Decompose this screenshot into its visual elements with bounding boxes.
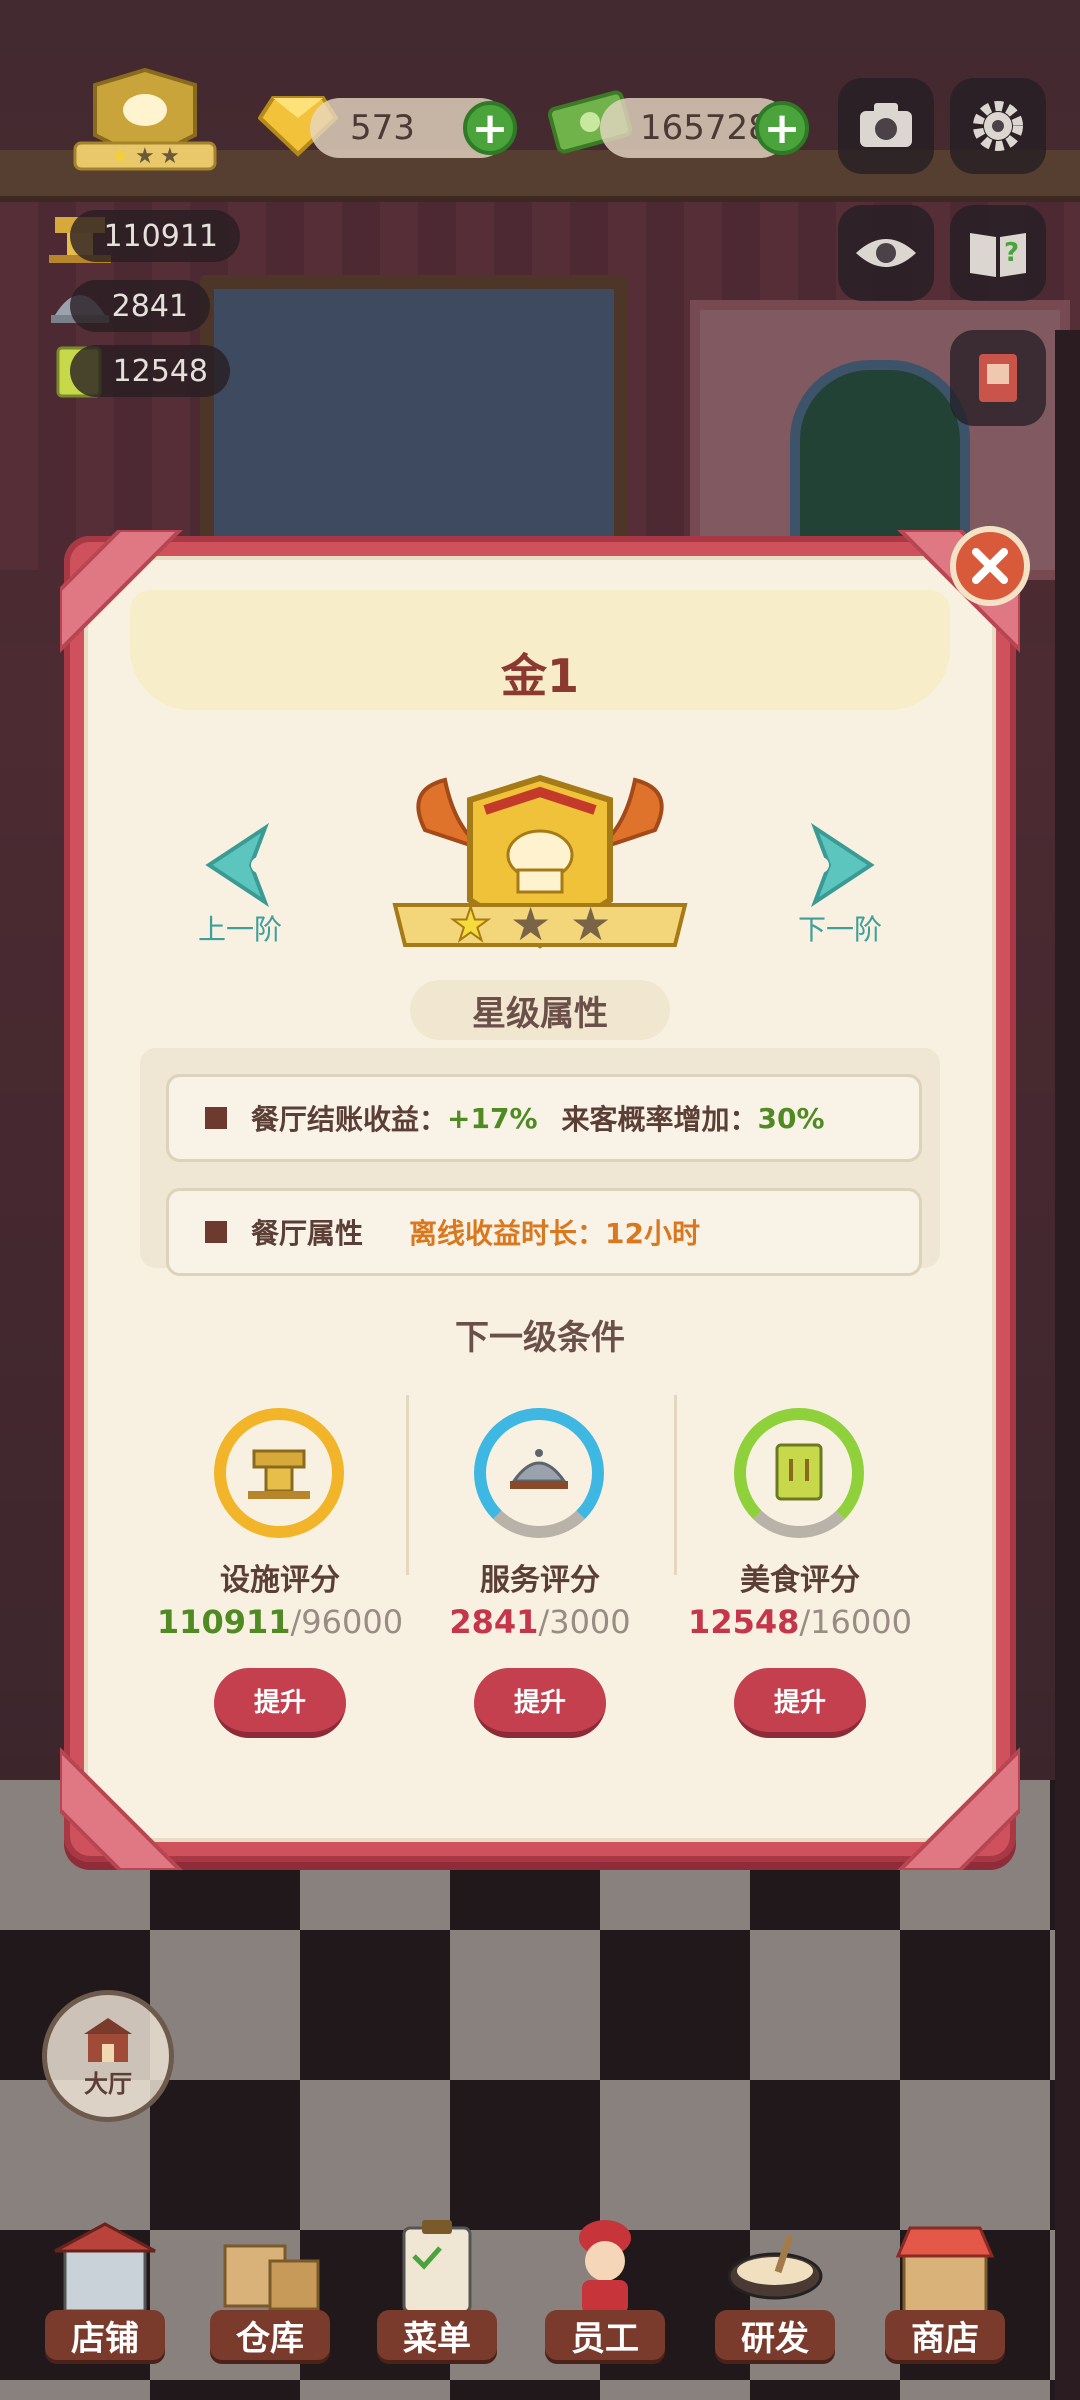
next-tier-label[interactable]: 下一阶 [770, 908, 910, 948]
svg-text:★: ★ [110, 144, 130, 169]
facility-current: 110911 [156, 1603, 291, 1641]
help-book-icon: ? [970, 233, 1026, 277]
camera-button[interactable] [838, 78, 934, 174]
svg-text:★: ★ [160, 144, 180, 169]
bullet-icon [205, 1107, 227, 1129]
food-score-pill: 12548 [70, 345, 230, 397]
attribute-row-1: 餐厅结账收益： +17% 来客概率增加： 30% [166, 1074, 922, 1162]
service-target: /3000 [538, 1603, 631, 1641]
facility-score-pill: 110911 [70, 210, 240, 262]
corner-ribbon-icon [60, 530, 183, 653]
food-score-value: 12548 [112, 353, 208, 389]
hall-label: 大厅 [84, 2069, 132, 2098]
service-current: 2841 [449, 1603, 539, 1641]
upgrade-food-button[interactable]: 提升 [734, 1668, 866, 1738]
nav-staff[interactable]: 员工 [530, 2200, 680, 2360]
crate-icon [223, 2244, 320, 2311]
food-score-progress: 12548/16000 [670, 1603, 930, 1641]
cash-count: 165728 [640, 108, 770, 148]
add-cash-button[interactable]: + [755, 101, 809, 155]
column-divider [406, 1395, 409, 1575]
nav-label: 研发 [715, 2310, 835, 2360]
svg-text:★: ★ [450, 897, 491, 951]
facility-score-label: 设施评分 [220, 1563, 340, 1598]
upgrade-facility-button[interactable]: 提升 [214, 1668, 346, 1738]
corner-ribbon-icon [60, 1747, 183, 1870]
nav-label: 店铺 [45, 2310, 165, 2360]
service-score-pill: 2841 [70, 280, 210, 332]
nav-shop-front[interactable]: 店铺 [30, 2200, 180, 2360]
recipe-book-icon [979, 354, 1017, 402]
restaurant-attr-label: 餐厅属性 [251, 1217, 364, 1250]
food-ring [734, 1408, 864, 1538]
facility-target: /96000 [290, 1603, 404, 1641]
nav-label: 菜单 [377, 2310, 497, 2360]
food-score-label: 美食评分 [740, 1563, 860, 1598]
service-score-value: 2841 [111, 288, 188, 324]
gem-count: 573 [350, 108, 415, 148]
recipe-book-icon [775, 1443, 823, 1501]
add-gems-button[interactable]: + [463, 101, 517, 155]
chef-staff-icon [579, 2220, 631, 2314]
service-score-label: 服务评分 [480, 1563, 600, 1598]
nav-label: 员工 [545, 2310, 665, 2360]
customer-rate-value: 30% [757, 1101, 825, 1135]
nav-label: 仓库 [210, 2310, 330, 2360]
prev-tier-arrow-icon[interactable] [195, 820, 285, 910]
svg-text:★: ★ [135, 144, 155, 169]
service-ring [474, 1408, 604, 1538]
gold-rank-emblem-icon: ★ ★ ★ [392, 774, 688, 952]
clipboard-icon [402, 2220, 472, 2314]
close-button[interactable] [950, 526, 1030, 606]
eye-icon [856, 239, 916, 267]
checkout-income-value: +17% [447, 1101, 538, 1135]
food-current: 12548 [688, 1603, 800, 1641]
food-target: /16000 [799, 1603, 912, 1641]
customer-rate-label: 来客概率增加： [561, 1103, 758, 1136]
column-divider [674, 1395, 677, 1575]
offline-income-label: 离线收益时长： [409, 1217, 606, 1250]
next-level-conditions-title: 下一级条件 [455, 1318, 625, 1358]
nav-label: 商店 [885, 2310, 1005, 2360]
hall-button[interactable]: 大厅 [42, 1990, 174, 2122]
nav-store[interactable]: 商店 [870, 2200, 1020, 2360]
gear-icon [973, 101, 1023, 151]
nav-warehouse[interactable]: 仓库 [195, 2200, 345, 2360]
hall-icon [84, 2017, 132, 2062]
shop-stall-icon [895, 2226, 995, 2314]
offline-income-value: 12小时 [605, 1217, 700, 1250]
recipe-book-button[interactable] [950, 330, 1046, 426]
help-book-button[interactable]: ? [950, 205, 1046, 301]
facility-score-value: 110911 [103, 218, 218, 254]
visibility-button[interactable] [838, 205, 934, 301]
upgrade-service-button[interactable]: 提升 [474, 1668, 606, 1738]
attribute-row-2: 餐厅属性 离线收益时长： 12小时 [166, 1188, 922, 1276]
service-cloche-icon [510, 1449, 568, 1489]
svg-text:?: ? [1004, 238, 1019, 268]
restaurant-rank-crest-icon[interactable]: ★ ★ ★ [55, 65, 235, 185]
checkout-income-label: 餐厅结账收益： [251, 1103, 448, 1136]
settings-button[interactable] [950, 78, 1046, 174]
next-tier-arrow-icon[interactable] [795, 820, 885, 910]
svg-text:★: ★ [570, 897, 611, 951]
corner-ribbon-icon [897, 1747, 1020, 1870]
nav-menu[interactable]: 菜单 [362, 2200, 512, 2360]
facility-score-progress: 110911/96000 [150, 1603, 410, 1641]
prev-tier-label[interactable]: 上一阶 [170, 908, 310, 948]
service-score-progress: 2841/3000 [410, 1603, 670, 1641]
facility-icon [248, 1449, 310, 1499]
cooking-pot-icon [727, 2234, 823, 2300]
bullet-icon [205, 1221, 227, 1243]
facility-ring [214, 1408, 344, 1538]
nav-research[interactable]: 研发 [700, 2200, 850, 2360]
camera-icon [860, 103, 912, 147]
svg-text:★: ★ [510, 897, 551, 951]
rank-title: 金1 [500, 649, 579, 703]
storefront-icon [54, 2222, 156, 2313]
star-attributes-title: 星级属性 [410, 980, 670, 1040]
close-icon [972, 548, 1008, 584]
